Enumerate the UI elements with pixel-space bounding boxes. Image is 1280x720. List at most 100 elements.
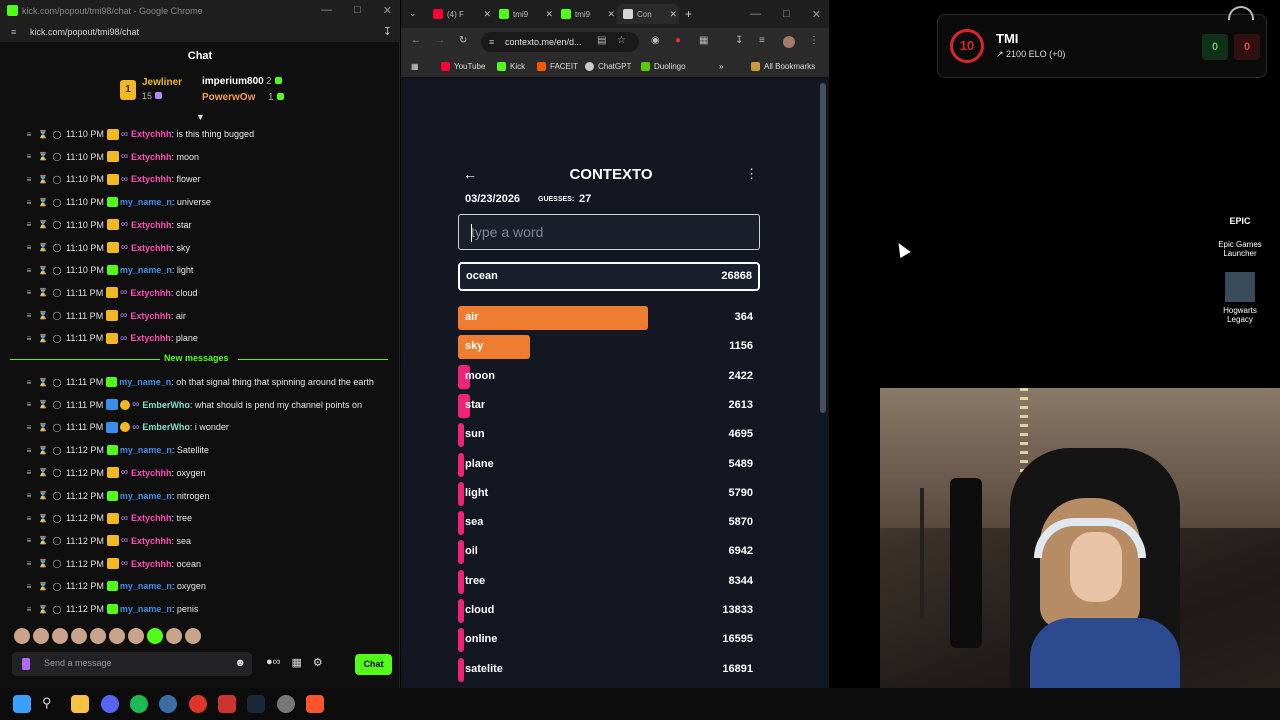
chat-message[interactable]: ≡ ⌛ ◯ 11:10 PM my_name_n: light (22, 259, 193, 281)
tab-kick-1[interactable]: tmi9 ✕ (493, 4, 555, 24)
apps-icon[interactable]: ▦ (411, 62, 419, 71)
pin-message-icon[interactable]: ≡ (22, 400, 36, 409)
message-username[interactable]: my_name_n (120, 581, 172, 591)
file-explorer-icon[interactable] (71, 695, 89, 713)
tab-youtube[interactable]: (4) F ✕ (427, 4, 493, 24)
chat-message[interactable]: ≡ ⌛ ◯ 11:11 PM ∞ EmberWho: i wonder (22, 416, 229, 438)
menu-icon[interactable]: ⋮ (809, 35, 819, 46)
tab-contexto[interactable]: Con ✕ (617, 4, 679, 24)
pin-message-icon[interactable]: ≡ (22, 605, 36, 614)
ban-icon[interactable]: ◯ (50, 423, 64, 432)
shield-icon[interactable] (218, 695, 236, 713)
chat-message[interactable]: ≡ ⌛ ◯ 11:11 PM ∞ Extychhh: plane (22, 327, 198, 349)
timeout-icon[interactable]: ⌛ (36, 311, 50, 320)
timeout-icon[interactable]: ⌛ (36, 468, 50, 477)
message-input[interactable]: Send a message ☻ (12, 652, 252, 676)
timeout-icon[interactable]: ⌛ (36, 152, 50, 161)
timeout-icon[interactable]: ⌛ (36, 220, 50, 229)
bookmark-duolingo[interactable]: Duolingo (641, 62, 686, 71)
download-icon[interactable]: ↧ (735, 35, 743, 46)
ban-icon[interactable]: ◯ (50, 311, 64, 320)
ban-icon[interactable]: ◯ (50, 491, 64, 500)
chat-message[interactable]: ≡ ⌛ ◯ 11:12 PM ∞ Extychhh: sea (22, 530, 191, 552)
timeout-icon[interactable]: ⌛ (36, 446, 50, 455)
ban-icon[interactable]: ◯ (50, 446, 64, 455)
ban-icon[interactable]: ◯ (50, 198, 64, 207)
message-username[interactable]: EmberWho (142, 422, 190, 432)
chat-message[interactable]: ≡ ⌛ ◯ 11:12 PM ∞ Extychhh: tree (22, 507, 192, 529)
pin-message-icon[interactable]: ≡ (22, 423, 36, 432)
timeout-icon[interactable]: ⌛ (36, 423, 50, 432)
ban-icon[interactable]: ◯ (50, 582, 64, 591)
minimize-icon[interactable]: — (321, 4, 332, 17)
emoji-icon[interactable]: ☻ (234, 657, 246, 669)
message-username[interactable]: Extychhh (131, 243, 172, 253)
timeout-icon[interactable]: ⌛ (36, 559, 50, 568)
pin-message-icon[interactable]: ≡ (22, 198, 36, 207)
desktop-icon-epic[interactable]: EPIC Epic Games Launcher (1212, 206, 1268, 258)
maximize-icon[interactable]: □ (354, 4, 361, 17)
gear-icon[interactable]: ⚙ (313, 656, 323, 674)
chat-message[interactable]: ≡ ⌛ ◯ 11:11 PM my_name_n: oh that signal thi… (22, 371, 374, 393)
chat-message[interactable]: ≡ ⌛ ◯ 11:11 PM ∞ Extychhh: air (22, 305, 186, 327)
message-username[interactable]: Extychhh (131, 513, 172, 523)
message-username[interactable]: Extychhh (131, 468, 172, 478)
tab-search-icon[interactable]: ⌄ (409, 8, 417, 19)
message-username[interactable]: Extychhh (131, 559, 172, 569)
emote-icon[interactable] (185, 628, 201, 644)
message-username[interactable]: Extychhh (131, 174, 172, 184)
ban-icon[interactable]: ◯ (50, 400, 64, 409)
ban-icon[interactable]: ◯ (50, 559, 64, 568)
bookmark-chatgpt[interactable]: ChatGPT (585, 62, 631, 71)
timeout-icon[interactable]: ⌛ (36, 514, 50, 523)
message-username[interactable]: Extychhh (131, 220, 172, 230)
chat-message[interactable]: ≡ ⌛ ◯ 11:12 PM my_name_n: penis (22, 598, 198, 620)
pin-message-icon[interactable]: ≡ (22, 288, 36, 297)
close-icon[interactable]: ✕ (383, 4, 392, 17)
ban-icon[interactable]: ◯ (50, 152, 64, 161)
timeout-icon[interactable]: ⌛ (36, 605, 50, 614)
bookmark-faceit[interactable]: FACEIT (537, 62, 578, 71)
spotify-icon[interactable] (130, 695, 148, 713)
search-icon[interactable]: ⚲ (42, 695, 60, 713)
ban-icon[interactable]: ◯ (50, 220, 64, 229)
timeout-icon[interactable]: ⌛ (36, 288, 50, 297)
emote-icon[interactable] (52, 628, 68, 644)
chat-message[interactable]: ≡ ⌛ ◯ 11:10 PM ∞ Extychhh: star (22, 214, 192, 236)
chat-message[interactable]: ≡ ⌛ ◯ 11:10 PM my_name_n: universe (22, 191, 211, 213)
back-icon[interactable]: ← (411, 35, 421, 46)
download-icon[interactable]: ↧ (383, 25, 392, 38)
emote-icon[interactable] (71, 628, 87, 644)
reload-icon[interactable]: ↻ (459, 35, 467, 46)
pin-message-icon[interactable]: ≡ (22, 220, 36, 229)
discord-icon[interactable] (101, 695, 119, 713)
timeout-icon[interactable]: ⌛ (36, 334, 50, 343)
bookmark-youtube[interactable]: YouTube (441, 62, 485, 71)
more-bookmarks-icon[interactable]: » (719, 62, 723, 71)
message-username[interactable]: Extychhh (130, 333, 171, 343)
chat-message[interactable]: ≡ ⌛ ◯ 11:12 PM my_name_n: nitrogen (22, 485, 209, 507)
message-username[interactable]: Extychhh (130, 311, 171, 321)
message-username[interactable]: Extychhh (131, 536, 172, 546)
word-input[interactable]: type a word (458, 214, 760, 250)
contexto-back-icon[interactable]: ← (463, 166, 477, 182)
chat-message[interactable]: ≡ ⌛ ◯ 11:11 PM ∞ EmberWho: what should is pen… (22, 394, 362, 416)
close-icon[interactable]: ✕ (812, 8, 821, 21)
message-username[interactable]: Extychhh (131, 129, 172, 139)
ban-icon[interactable]: ◯ (50, 130, 64, 139)
ban-icon[interactable]: ◯ (50, 378, 64, 387)
media-icon[interactable]: ≡ (759, 35, 765, 46)
tab-kick-2[interactable]: tmi9 ✕ (555, 4, 617, 24)
timeout-icon[interactable]: ⌛ (36, 582, 50, 591)
pin-message-icon[interactable]: ≡ (22, 334, 36, 343)
pin-message-icon[interactable]: ≡ (22, 243, 36, 252)
timeout-icon[interactable]: ⌛ (36, 243, 50, 252)
ban-icon[interactable]: ◯ (50, 468, 64, 477)
steam-icon[interactable] (247, 695, 265, 713)
brave-icon[interactable] (306, 695, 324, 713)
message-username[interactable]: my_name_n (120, 445, 172, 455)
pin-message-icon[interactable]: ≡ (22, 446, 36, 455)
pin-message-icon[interactable]: ≡ (22, 378, 36, 387)
emote-icon[interactable] (166, 628, 182, 644)
pin-message-icon[interactable]: ≡ (22, 582, 36, 591)
